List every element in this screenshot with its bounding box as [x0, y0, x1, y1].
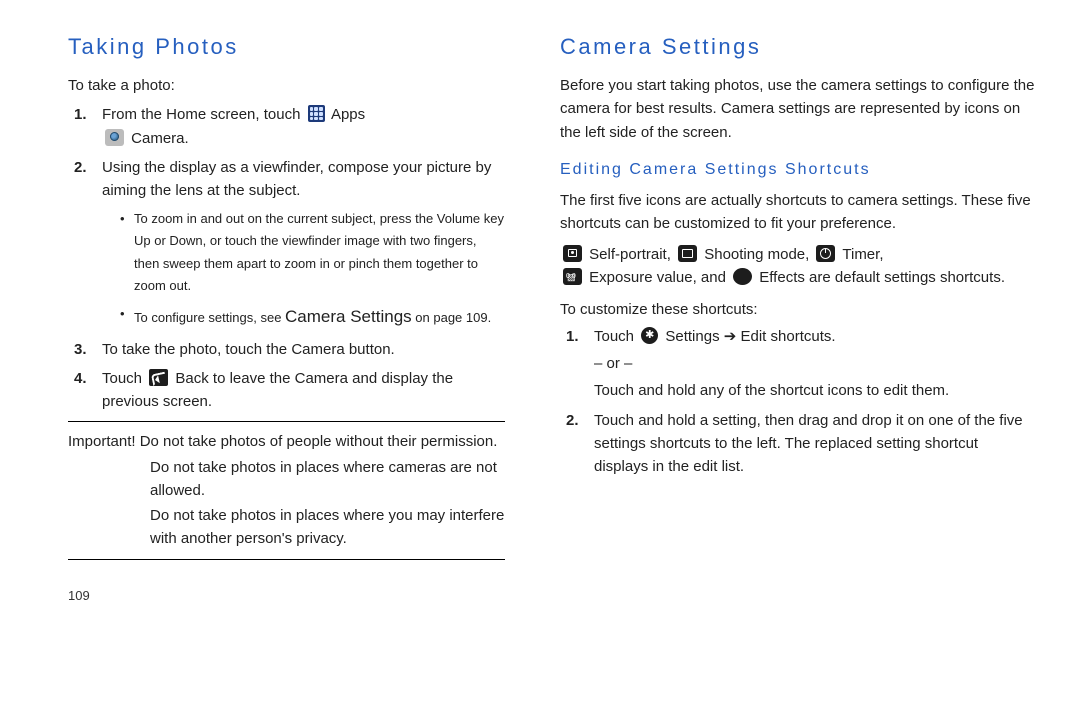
configure-post: on page 109. — [415, 310, 491, 325]
defaults-tail: are default settings shortcuts. — [809, 269, 1005, 286]
step2-text: Using the display as a viewfinder, compo… — [102, 159, 491, 199]
settings-gear-icon — [641, 327, 658, 344]
important-label: Important! — [68, 433, 140, 450]
timer-label: Timer, — [842, 246, 883, 263]
cstep1-alt: Touch and hold any of the shortcut icons… — [594, 379, 1035, 402]
imp3: Do not take photos in places where you m… — [68, 504, 505, 551]
zoom-bullet: To zoom in and out on the current subjec… — [120, 208, 505, 296]
customize-step-1: 1. Touch Settings ➔ Edit shortcuts. – or… — [560, 325, 1035, 403]
configure-bullet: To configure settings, see Camera Settin… — [120, 303, 505, 332]
divider — [68, 559, 505, 560]
customize-intro: To customize these shortcuts: — [560, 298, 1035, 321]
step-number: 4. — [74, 367, 87, 390]
cstep2-text: Touch and hold a setting, then drag and … — [594, 412, 1023, 476]
camera-settings-intro: Before you start taking photos, use the … — [560, 74, 1035, 144]
shortcuts-para: The first five icons are actually shortc… — [560, 189, 1035, 236]
step3-pre: To take the photo, touch the — [102, 341, 291, 358]
taking-photos-steps: 1. From the Home screen, touch Apps Came… — [68, 103, 505, 413]
imp1: Do not take photos of people without the… — [140, 433, 498, 450]
page-number: 109 — [68, 586, 505, 606]
cstep1-pre: Touch — [594, 328, 638, 345]
important-block: Important! Do not take photos of people … — [68, 430, 505, 550]
timer-icon — [816, 245, 835, 262]
arrow-icon: ➔ — [724, 328, 741, 345]
step1-pre: From the Home screen, touch — [102, 106, 305, 123]
apps-icon — [308, 105, 325, 122]
step-1: 1. From the Home screen, touch Apps Came… — [68, 103, 505, 150]
heading-taking-photos: Taking Photos — [68, 30, 505, 64]
intro-text: To take a photo: — [68, 74, 505, 97]
apps-label: Apps — [331, 106, 365, 123]
customize-step-2: 2. Touch and hold a setting, then drag a… — [560, 409, 1035, 479]
self-portrait-icon — [563, 245, 582, 262]
step-3: 3. To take the photo, touch the Camera b… — [68, 338, 505, 361]
shooting-mode-label: Shooting mode, — [704, 246, 813, 263]
customize-steps: 1. Touch Settings ➔ Edit shortcuts. – or… — [560, 325, 1035, 479]
exposure-label: Exposure value, and — [589, 269, 730, 286]
effects-label: Effects — [759, 269, 805, 286]
or-text: – or – — [594, 352, 1035, 375]
period: . — [831, 328, 835, 345]
step4-pre: Touch — [102, 370, 146, 387]
camera-label: Camera. — [131, 130, 189, 147]
edit-shortcuts-label: Edit shortcuts — [741, 328, 832, 345]
exposure-icon: ▨0.0 — [563, 268, 582, 285]
step-number: 3. — [74, 338, 87, 361]
manual-page: Taking Photos To take a photo: 1. From t… — [0, 0, 1080, 720]
effects-icon — [733, 268, 752, 285]
divider — [68, 421, 505, 422]
camera-button-label: Camera — [291, 341, 344, 358]
right-column: Camera Settings Before you start taking … — [540, 0, 1080, 720]
heading-camera-settings: Camera Settings — [560, 30, 1035, 64]
camera-app-icon — [105, 129, 124, 146]
imp2: Do not take photos in places where camer… — [68, 456, 505, 503]
shooting-mode-icon — [678, 245, 697, 262]
step-4: 4. Touch Back to leave the Camera and di… — [68, 367, 505, 414]
step-number: 1. — [74, 103, 87, 126]
back-icon — [149, 369, 168, 386]
step2-bullets: To zoom in and out on the current subjec… — [120, 208, 505, 331]
step-number: 2. — [74, 156, 87, 179]
step3-post: button. — [349, 341, 395, 358]
left-column: Taking Photos To take a photo: 1. From t… — [0, 0, 540, 720]
settings-label: Settings — [665, 328, 719, 345]
default-shortcuts-line: Self-portrait, Shooting mode, Timer, ▨0.… — [560, 243, 1035, 290]
subheading-editing-shortcuts: Editing Camera Settings Shortcuts — [560, 158, 1035, 183]
step-number: 2. — [566, 409, 579, 432]
camera-settings-link[interactable]: Camera Settings — [285, 307, 412, 326]
step-number: 1. — [566, 325, 579, 348]
back-label: Back — [175, 370, 208, 387]
configure-pre: To configure settings, see — [134, 310, 285, 325]
self-portrait-label: Self-portrait, — [589, 246, 675, 263]
step-2: 2. Using the display as a viewfinder, co… — [68, 156, 505, 332]
important-line-1: Important! Do not take photos of people … — [68, 430, 505, 453]
